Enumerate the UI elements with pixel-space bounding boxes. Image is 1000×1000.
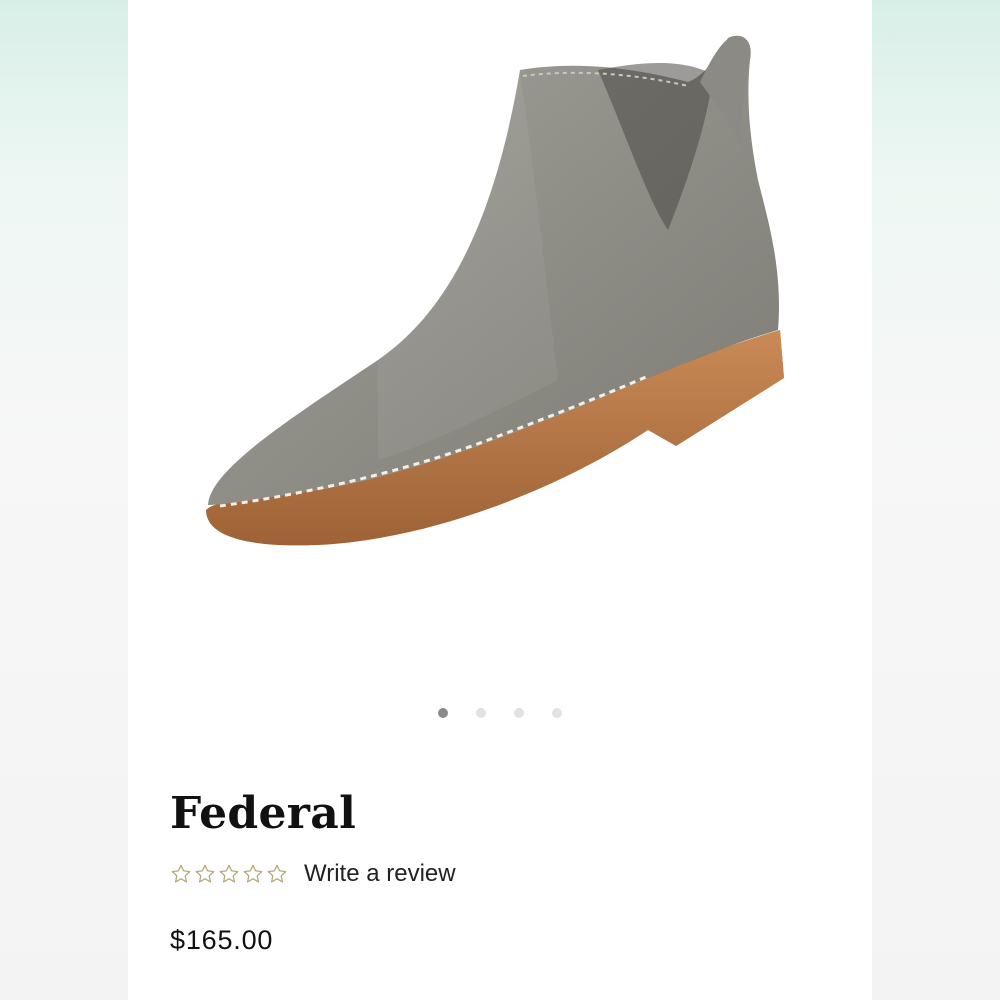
star-outline-icon: [242, 863, 264, 885]
carousel-dot-2[interactable]: [476, 708, 486, 718]
background-left: [0, 0, 128, 1000]
background-right: [872, 0, 1000, 1000]
star-outline-icon: [194, 863, 216, 885]
product-title: Federal: [170, 788, 357, 839]
ankle-boot-illustration: [206, 35, 784, 546]
star-outline-icon: [218, 863, 240, 885]
product-image[interactable]: [128, 0, 872, 690]
product-page: Federal Write a review $165.00: [128, 0, 872, 1000]
star-outline-icon: [170, 863, 192, 885]
rating-row: Write a review: [170, 860, 456, 888]
star-rating[interactable]: [170, 863, 288, 885]
star-outline-icon: [266, 863, 288, 885]
carousel-dot-1[interactable]: [438, 708, 448, 718]
product-price: $165.00: [170, 925, 274, 955]
write-review-link[interactable]: Write a review: [304, 860, 456, 888]
carousel-dot-4[interactable]: [552, 708, 562, 718]
image-carousel-dots: [128, 708, 872, 718]
carousel-dot-3[interactable]: [514, 708, 524, 718]
